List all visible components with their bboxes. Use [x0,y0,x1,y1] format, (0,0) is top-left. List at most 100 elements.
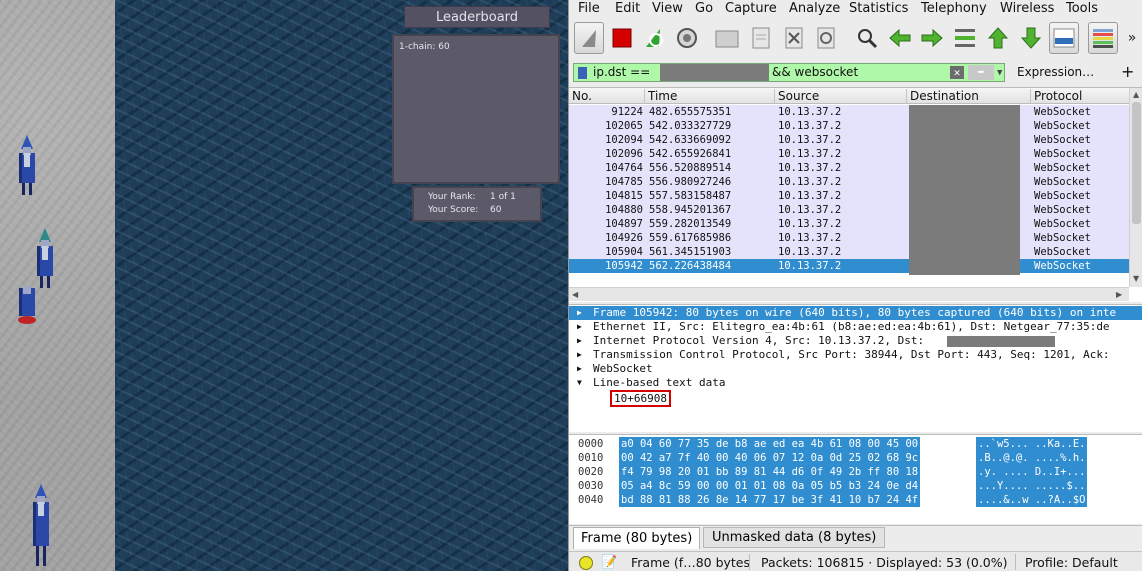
last-packet-icon[interactable] [1016,22,1046,54]
detail-ipv4[interactable]: ▶ Internet Protocol Version 4, Src: 10.1… [569,334,1142,348]
status-frame: Frame (f…80 bytes [631,555,751,570]
packet-no: 102094 [605,134,643,146]
hex-row[interactable]: 0030 05 a4 8c 59 00 00 01 01 08 0a 05 b5 … [569,479,1142,493]
packet-row[interactable]: 91224 482.655575351 10.13.37.2 WebSocket [569,105,1129,119]
packet-row[interactable]: 104764 556.520889514 10.13.37.2 WebSocket [569,161,1129,175]
save-file-icon[interactable] [746,22,776,54]
packet-row[interactable]: 102094 542.633669092 10.13.37.2 WebSocket [569,133,1129,147]
packet-row[interactable]: 104785 556.980927246 10.13.37.2 WebSocket [569,175,1129,189]
column-time[interactable]: Time [644,89,677,104]
menu-go[interactable]: Go [695,1,713,16]
packet-source: 10.13.37.2 [778,218,842,230]
reload-icon[interactable] [811,22,841,54]
expression-button[interactable]: Expression… [1017,65,1094,79]
capture-options-icon[interactable] [672,22,702,54]
detail-frame[interactable]: ▶ Frame 105942: 80 bytes on wire (640 bi… [569,306,1142,320]
status-profile[interactable]: Profile: Default [1025,555,1118,570]
line-based-text-value[interactable]: 10+66908 [610,390,671,407]
game-view[interactable]: Leaderboard 1-chain: 60 Your Rank: 1 of 1… [0,0,568,571]
capture-status-icon[interactable] [579,556,593,570]
menu-statistics[interactable]: Statistics [849,1,908,16]
column-source[interactable]: Source [774,89,819,104]
first-packet-icon[interactable] [983,22,1013,54]
scroll-down-icon[interactable]: ▼ [1133,274,1139,283]
packet-row[interactable]: 102096 542.655926841 10.13.37.2 WebSocket [569,147,1129,161]
expand-arrow-icon[interactable]: ▶ [577,320,582,334]
scroll-left-icon[interactable]: ◀ [572,290,578,299]
packet-row[interactable]: 104815 557.583158487 10.13.37.2 WebSocket [569,189,1129,203]
packet-time: 556.980927246 [649,176,732,188]
packet-source: 10.13.37.2 [778,120,842,132]
apply-filter-icon[interactable]: ➡ [968,65,994,80]
hex-row[interactable]: 0010 00 42 a7 7f 40 00 40 06 07 12 0a 0d … [569,451,1142,465]
open-file-icon[interactable] [712,22,742,54]
shark-fin-icon[interactable] [574,22,604,54]
scroll-up-icon[interactable]: ▲ [1133,90,1139,99]
column-no[interactable]: No. [569,89,592,104]
packet-row[interactable]: 105904 561.345151903 10.13.37.2 WebSocket [569,245,1129,259]
edit-comment-icon[interactable]: 📝 [601,555,617,570]
back-icon[interactable] [885,22,915,54]
menu-telephony[interactable]: Telephony [921,1,987,16]
packet-row[interactable]: 104880 558.945201367 10.13.37.2 WebSocket [569,203,1129,217]
detail-tcp[interactable]: ▶ Transmission Control Protocol, Src Por… [569,348,1142,362]
hex-row[interactable]: 0020 f4 79 98 20 01 bb 89 81 44 d6 0f 49 … [569,465,1142,479]
stop-capture-icon[interactable] [607,22,637,54]
goto-packet-icon[interactable] [950,22,980,54]
display-filter-input[interactable]: ip.dst == && websocket ✕ ➡ ▼ [573,63,1005,82]
vertical-scrollbar[interactable]: ▲ ▼ [1129,88,1142,287]
close-file-icon[interactable] [779,22,809,54]
tab-frame-bytes[interactable]: Frame (80 bytes) [573,527,701,549]
packet-list[interactable]: No. Time Source Destination Protocol 912… [569,87,1142,302]
column-destination[interactable]: Destination [906,89,979,104]
menu-view[interactable]: View [652,1,683,16]
packet-no: 102065 [605,120,643,132]
expand-arrow-icon[interactable]: ▶ [577,334,582,348]
autoscroll-icon[interactable] [1049,22,1079,54]
horizontal-scrollbar[interactable]: ◀ ▶ [569,287,1129,301]
restart-capture-icon[interactable] [639,22,669,54]
collapse-arrow-icon[interactable]: ▼ [577,376,582,390]
packet-time: 482.655575351 [649,106,732,118]
menu-file[interactable]: File [578,1,600,16]
detail-line-based-text[interactable]: ▼ Line-based text data [569,376,1142,390]
packet-row[interactable]: 104926 559.617685986 10.13.37.2 WebSocket [569,231,1129,245]
packet-no: 104764 [605,162,643,174]
wizard-character[interactable] [30,484,52,568]
detail-websocket[interactable]: ▶ WebSocket [569,362,1142,376]
clear-filter-icon[interactable]: ✕ [950,66,964,79]
display-filter-bar: ip.dst == && websocket ✕ ➡ ▼ Expression…… [573,62,1139,83]
hex-dump[interactable]: 0000 a0 04 60 77 35 de b8 ae ed ea 4b 61 … [569,434,1142,524]
main-toolbar: » [569,20,1142,58]
forward-icon[interactable] [917,22,947,54]
packet-source: 10.13.37.2 [778,232,842,244]
hex-row[interactable]: 0040 bd 88 81 88 26 8e 14 77 17 be 3f 41 … [569,493,1142,507]
expand-arrow-icon[interactable]: ▶ [577,306,582,320]
colorize-icon[interactable] [1088,22,1118,54]
wizard-character[interactable] [34,228,56,288]
tab-unmasked-data[interactable]: Unmasked data (8 bytes) [703,527,886,548]
menu-analyze[interactable]: Analyze [789,1,840,16]
column-protocol[interactable]: Protocol [1030,89,1082,104]
more-icon[interactable]: » [1123,22,1141,54]
detail-ethernet[interactable]: ▶ Ethernet II, Src: Elitegro_ea:4b:61 (b… [569,320,1142,334]
expand-arrow-icon[interactable]: ▶ [577,348,582,362]
add-filter-button[interactable]: + [1121,62,1134,81]
menu-wireless[interactable]: Wireless [1000,1,1054,16]
chevron-down-icon[interactable]: ▼ [997,66,1005,80]
bookmark-icon[interactable] [578,67,587,79]
wizard-character[interactable] [16,135,38,195]
packet-row[interactable]: 102065 542.033327729 10.13.37.2 WebSocket [569,119,1129,133]
find-icon[interactable] [852,22,882,54]
menu-edit[interactable]: Edit [615,1,640,16]
packet-details[interactable]: ▶ Frame 105942: 80 bytes on wire (640 bi… [569,304,1142,432]
hex-row[interactable]: 0000 a0 04 60 77 35 de b8 ae ed ea 4b 61 … [569,437,1142,451]
packet-source: 10.13.37.2 [778,134,842,146]
scrollbar-thumb[interactable] [1132,102,1141,224]
expand-arrow-icon[interactable]: ▶ [577,362,582,376]
menu-capture[interactable]: Capture [725,1,777,16]
menu-tools[interactable]: Tools [1066,1,1098,16]
packet-row[interactable]: 105942 562.226438484 10.13.37.2 WebSocket [569,259,1129,273]
scroll-right-icon[interactable]: ▶ [1116,290,1122,299]
packet-row[interactable]: 104897 559.282013549 10.13.37.2 WebSocket [569,217,1129,231]
